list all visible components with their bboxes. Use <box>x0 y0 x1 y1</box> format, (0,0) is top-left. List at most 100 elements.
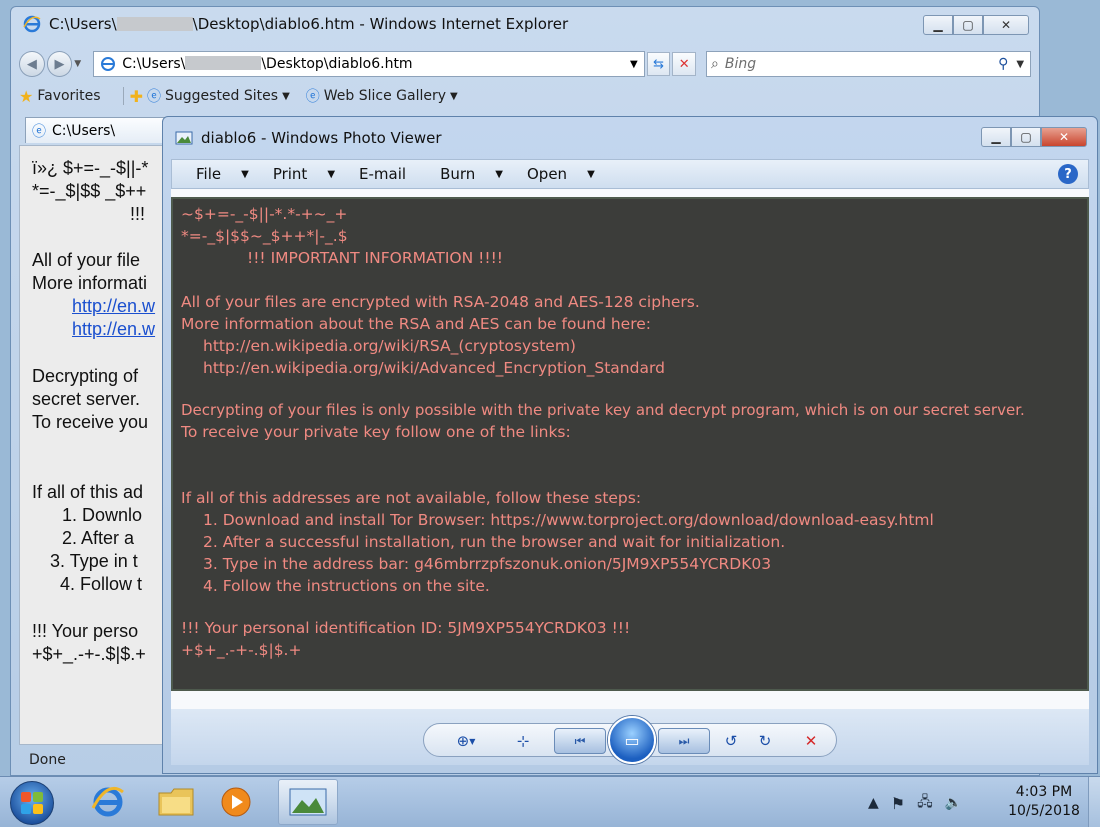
tab-page-icon: ⓔ <box>32 123 46 140</box>
search-box[interactable]: ⌕ Bing ⚲ ▼ <box>706 51 1032 77</box>
taskbar-media-player-button[interactable] <box>206 779 266 825</box>
rotate-clockwise-icon: ↻ <box>758 732 772 750</box>
windows-logo-icon <box>21 804 31 814</box>
stop-button[interactable]: ✕ <box>672 52 697 76</box>
viewer-controls: ⊕ ▼ ⊹ ⏮ ▭ ⏭ ↺ ↻ ✕ <box>423 716 837 764</box>
volume-icon[interactable]: 🔈 <box>945 795 962 811</box>
page-icon <box>101 57 116 71</box>
show-desktop-button[interactable] <box>1088 777 1100 827</box>
ie-small-icon: ⓔ <box>305 89 320 105</box>
ie-titlebar[interactable]: C:\Users\ \Desktop\diablo6.htm - Windows … <box>11 7 1039 41</box>
network-icon[interactable]: 🖧 <box>917 791 933 815</box>
previous-button[interactable]: ⏮ <box>554 728 606 754</box>
menu-email-label: E-mail <box>359 165 407 183</box>
next-button[interactable]: ⏭ <box>658 728 710 754</box>
page-text-line: If all of this ad <box>32 482 144 502</box>
photo-viewer-window: diablo6 - Windows Photo Viewer ▁ ▢ ✕ Fil… <box>162 116 1098 774</box>
viewer-minimize-button[interactable]: ▁ <box>981 127 1011 147</box>
suggested-sites-button[interactable]: ✚ ⓔ Suggested Sites ▼ <box>130 86 290 106</box>
page-link[interactable]: http://en.w <box>72 296 155 317</box>
show-hidden-icons-icon[interactable]: ▲ <box>868 795 879 811</box>
ie-small-icon: ⓔ <box>147 89 161 105</box>
favorites-star-icon: ★ <box>19 86 34 106</box>
rotate-ccw-button[interactable]: ↺ <box>720 730 742 752</box>
taskbar-explorer-button[interactable] <box>146 779 206 825</box>
ie-minimize-button[interactable]: ▁ <box>923 15 953 35</box>
delete-icon: ✕ <box>804 732 818 750</box>
note-line: http://en.wikipedia.org/wiki/Advanced_En… <box>203 359 665 377</box>
action-center-flag-icon[interactable]: ⚑ <box>891 794 905 813</box>
note-line: ~$+=-_-$||-*.*-+~_+ <box>181 205 348 223</box>
forward-button[interactable]: ▶ <box>46 51 73 77</box>
page-text-line: !!! <box>130 204 146 224</box>
windows-logo-icon <box>21 792 31 802</box>
menu-open[interactable]: Open ▼ <box>503 165 595 183</box>
photo-viewer-app-icon <box>175 131 193 145</box>
search-icon[interactable]: ⚲ <box>998 56 1008 72</box>
taskbar-ie-button[interactable] <box>78 779 138 825</box>
help-button[interactable]: ? <box>1058 164 1078 184</box>
favorites-label: Favorites <box>37 88 101 104</box>
tab-diablo6[interactable]: ⓔ C:\Users\ <box>25 117 175 143</box>
menu-print-label: Print <box>272 165 308 183</box>
chevron-down-icon: ▼ <box>469 736 476 746</box>
page-text-line: *=-_$|$$ _$++ <box>32 181 147 201</box>
search-dropdown-icon[interactable]: ▼ <box>1016 59 1024 70</box>
delete-button[interactable]: ✕ <box>800 730 822 752</box>
viewer-image-area: ~$+=-_-$||-*.*-+~_+ *=-_$|$$~_$++*|-_.$ … <box>171 189 1089 709</box>
address-text: C:\Users\ \Desktop\diablo6.htm <box>122 56 413 72</box>
chevron-down-icon: ▼ <box>495 168 503 180</box>
media-player-icon <box>221 787 251 817</box>
note-line: If all of this addresses are not availab… <box>181 489 642 507</box>
menu-open-label: Open <box>526 165 568 183</box>
nav-history-dropdown-icon[interactable]: ▼ <box>74 59 81 69</box>
search-placeholder: Bing <box>724 56 757 72</box>
note-line: *=-_$|$$~_$++*|-_.$ <box>181 227 348 245</box>
photo-viewer-icon <box>289 788 327 816</box>
next-icon: ⏭ <box>678 733 690 748</box>
refresh-icon: ⇆ <box>653 56 664 72</box>
ransom-note-image: ~$+=-_-$||-*.*-+~_+ *=-_$|$$~_$++*|-_.$ … <box>171 197 1089 691</box>
search-provider-icon: ⌕ <box>711 56 719 72</box>
rotate-cw-button[interactable]: ↻ <box>754 730 776 752</box>
page-text-line: 1. Downlo <box>62 505 143 525</box>
address-dropdown-icon[interactable]: ▼ <box>630 59 638 70</box>
photo-viewer-titlebar[interactable]: diablo6 - Windows Photo Viewer ▁ ▢ ✕ <box>163 117 1097 159</box>
address-bar[interactable]: C:\Users\ \Desktop\diablo6.htm ▼ <box>93 51 645 77</box>
page-text-line: ï»¿ $+=-_-$||-* <box>32 158 149 178</box>
menu-print[interactable]: Print ▼ <box>249 165 335 183</box>
page-text-line: secret server. <box>32 389 141 409</box>
menu-email[interactable]: E-mail <box>335 165 406 183</box>
windows-logo-icon <box>33 792 43 802</box>
previous-icon: ⏮ <box>574 733 586 748</box>
note-line: More information about the RSA and AES c… <box>181 315 652 333</box>
internet-explorer-icon <box>91 787 124 817</box>
viewer-close-button[interactable]: ✕ <box>1041 127 1087 147</box>
zoom-button[interactable]: ⊕ ▼ <box>450 730 482 752</box>
start-button[interactable] <box>10 781 54 825</box>
web-slice-gallery-button[interactable]: ⓔ Web Slice Gallery ▼ <box>306 86 458 106</box>
taskbar-clock[interactable]: 4:03 PM 10/5/2018 <box>1004 783 1084 821</box>
status-text: Done <box>29 752 66 768</box>
actual-size-button[interactable]: ⊹ <box>512 730 534 752</box>
clock-time: 4:03 PM <box>1015 784 1073 800</box>
ie-close-button[interactable]: ✕ <box>983 15 1029 35</box>
add-favorite-icon: ✚ <box>129 86 143 106</box>
ie-logo-icon <box>23 15 41 33</box>
back-button[interactable]: ◀ <box>19 51 45 77</box>
ie-maximize-button[interactable]: ▢ <box>953 15 983 35</box>
page-link[interactable]: http://en.w <box>72 319 155 340</box>
menu-burn[interactable]: Burn ▼ <box>406 165 503 183</box>
slideshow-button[interactable]: ▭ <box>608 716 656 764</box>
viewer-maximize-button[interactable]: ▢ <box>1011 127 1041 147</box>
ie-window-title: C:\Users\ \Desktop\diablo6.htm - Windows … <box>49 15 569 33</box>
ie-status-bar: Done <box>19 747 179 773</box>
menu-burn-label: Burn <box>440 165 476 183</box>
viewer-menu-bar: File ▼ Print ▼ E-mail Burn ▼ Open ▼ ? <box>171 159 1089 189</box>
refresh-button[interactable]: ⇆ <box>646 52 671 76</box>
page-text-line: 2. After a <box>62 528 135 548</box>
taskbar-photo-viewer-button[interactable] <box>278 779 338 825</box>
menu-file[interactable]: File ▼ <box>172 165 249 183</box>
favorites-button[interactable]: ★ Favorites <box>19 87 101 106</box>
menu-file-label: File <box>196 165 222 183</box>
